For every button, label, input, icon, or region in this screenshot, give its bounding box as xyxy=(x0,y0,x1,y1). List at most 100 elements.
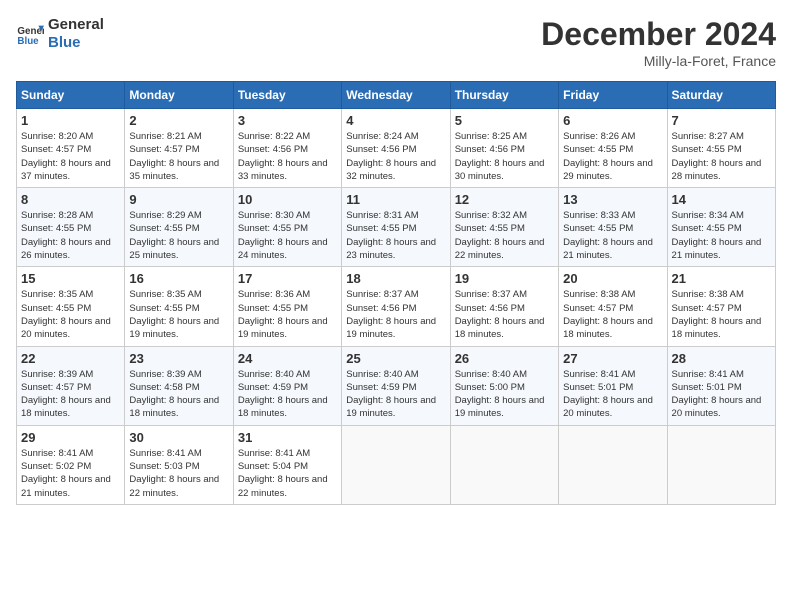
day-info: Sunrise: 8:41 AM Sunset: 5:03 PM Dayligh… xyxy=(129,447,228,500)
day-header-wednesday: Wednesday xyxy=(342,82,450,109)
day-number: 30 xyxy=(129,430,228,445)
day-number: 9 xyxy=(129,192,228,207)
calendar-row-5: 29 Sunrise: 8:41 AM Sunset: 5:02 PM Dayl… xyxy=(17,425,776,504)
calendar-cell: 4 Sunrise: 8:24 AM Sunset: 4:56 PM Dayli… xyxy=(342,109,450,188)
day-number: 13 xyxy=(563,192,662,207)
day-number: 16 xyxy=(129,271,228,286)
day-info: Sunrise: 8:35 AM Sunset: 4:55 PM Dayligh… xyxy=(129,288,228,341)
day-number: 5 xyxy=(455,113,554,128)
day-header-tuesday: Tuesday xyxy=(233,82,341,109)
calendar-cell: 23 Sunrise: 8:39 AM Sunset: 4:58 PM Dayl… xyxy=(125,346,233,425)
calendar-cell: 29 Sunrise: 8:41 AM Sunset: 5:02 PM Dayl… xyxy=(17,425,125,504)
logo: General Blue General Blue xyxy=(16,16,104,52)
calendar-header-row: SundayMondayTuesdayWednesdayThursdayFrid… xyxy=(17,82,776,109)
day-info: Sunrise: 8:28 AM Sunset: 4:55 PM Dayligh… xyxy=(21,209,120,262)
calendar-cell: 9 Sunrise: 8:29 AM Sunset: 4:55 PM Dayli… xyxy=(125,188,233,267)
day-number: 14 xyxy=(672,192,771,207)
day-number: 24 xyxy=(238,351,337,366)
calendar-cell: 25 Sunrise: 8:40 AM Sunset: 4:59 PM Dayl… xyxy=(342,346,450,425)
day-number: 6 xyxy=(563,113,662,128)
day-number: 18 xyxy=(346,271,445,286)
day-info: Sunrise: 8:39 AM Sunset: 4:58 PM Dayligh… xyxy=(129,368,228,421)
calendar-cell: 28 Sunrise: 8:41 AM Sunset: 5:01 PM Dayl… xyxy=(667,346,775,425)
calendar-cell: 6 Sunrise: 8:26 AM Sunset: 4:55 PM Dayli… xyxy=(559,109,667,188)
calendar-cell: 20 Sunrise: 8:38 AM Sunset: 4:57 PM Dayl… xyxy=(559,267,667,346)
calendar-row-2: 8 Sunrise: 8:28 AM Sunset: 4:55 PM Dayli… xyxy=(17,188,776,267)
calendar-cell: 11 Sunrise: 8:31 AM Sunset: 4:55 PM Dayl… xyxy=(342,188,450,267)
day-info: Sunrise: 8:38 AM Sunset: 4:57 PM Dayligh… xyxy=(672,288,771,341)
calendar-cell: 21 Sunrise: 8:38 AM Sunset: 4:57 PM Dayl… xyxy=(667,267,775,346)
day-info: Sunrise: 8:37 AM Sunset: 4:56 PM Dayligh… xyxy=(346,288,445,341)
calendar-cell: 14 Sunrise: 8:34 AM Sunset: 4:55 PM Dayl… xyxy=(667,188,775,267)
day-number: 4 xyxy=(346,113,445,128)
calendar-cell: 17 Sunrise: 8:36 AM Sunset: 4:55 PM Dayl… xyxy=(233,267,341,346)
calendar-row-1: 1 Sunrise: 8:20 AM Sunset: 4:57 PM Dayli… xyxy=(17,109,776,188)
day-number: 28 xyxy=(672,351,771,366)
day-info: Sunrise: 8:26 AM Sunset: 4:55 PM Dayligh… xyxy=(563,130,662,183)
day-info: Sunrise: 8:24 AM Sunset: 4:56 PM Dayligh… xyxy=(346,130,445,183)
calendar-cell: 12 Sunrise: 8:32 AM Sunset: 4:55 PM Dayl… xyxy=(450,188,558,267)
day-header-sunday: Sunday xyxy=(17,82,125,109)
month-title: December 2024 xyxy=(541,16,776,53)
day-number: 12 xyxy=(455,192,554,207)
calendar-cell: 19 Sunrise: 8:37 AM Sunset: 4:56 PM Dayl… xyxy=(450,267,558,346)
logo-general: General xyxy=(48,16,104,34)
calendar-cell: 5 Sunrise: 8:25 AM Sunset: 4:56 PM Dayli… xyxy=(450,109,558,188)
day-header-monday: Monday xyxy=(125,82,233,109)
day-number: 19 xyxy=(455,271,554,286)
calendar-cell: 16 Sunrise: 8:35 AM Sunset: 4:55 PM Dayl… xyxy=(125,267,233,346)
day-info: Sunrise: 8:22 AM Sunset: 4:56 PM Dayligh… xyxy=(238,130,337,183)
day-number: 31 xyxy=(238,430,337,445)
day-info: Sunrise: 8:40 AM Sunset: 5:00 PM Dayligh… xyxy=(455,368,554,421)
calendar-cell: 7 Sunrise: 8:27 AM Sunset: 4:55 PM Dayli… xyxy=(667,109,775,188)
logo-icon: General Blue xyxy=(16,20,44,48)
calendar-cell xyxy=(450,425,558,504)
header: General Blue General Blue December 2024 … xyxy=(16,16,776,69)
day-number: 21 xyxy=(672,271,771,286)
day-info: Sunrise: 8:35 AM Sunset: 4:55 PM Dayligh… xyxy=(21,288,120,341)
day-number: 3 xyxy=(238,113,337,128)
calendar-cell: 8 Sunrise: 8:28 AM Sunset: 4:55 PM Dayli… xyxy=(17,188,125,267)
day-number: 8 xyxy=(21,192,120,207)
day-info: Sunrise: 8:27 AM Sunset: 4:55 PM Dayligh… xyxy=(672,130,771,183)
day-number: 7 xyxy=(672,113,771,128)
calendar-cell: 31 Sunrise: 8:41 AM Sunset: 5:04 PM Dayl… xyxy=(233,425,341,504)
day-header-thursday: Thursday xyxy=(450,82,558,109)
day-info: Sunrise: 8:21 AM Sunset: 4:57 PM Dayligh… xyxy=(129,130,228,183)
day-info: Sunrise: 8:41 AM Sunset: 5:02 PM Dayligh… xyxy=(21,447,120,500)
logo-blue: Blue xyxy=(48,34,104,52)
day-info: Sunrise: 8:33 AM Sunset: 4:55 PM Dayligh… xyxy=(563,209,662,262)
calendar-cell xyxy=(342,425,450,504)
calendar-cell xyxy=(559,425,667,504)
title-area: December 2024 Milly-la-Foret, France xyxy=(541,16,776,69)
day-info: Sunrise: 8:34 AM Sunset: 4:55 PM Dayligh… xyxy=(672,209,771,262)
day-number: 29 xyxy=(21,430,120,445)
day-header-friday: Friday xyxy=(559,82,667,109)
calendar-cell: 15 Sunrise: 8:35 AM Sunset: 4:55 PM Dayl… xyxy=(17,267,125,346)
calendar-cell: 24 Sunrise: 8:40 AM Sunset: 4:59 PM Dayl… xyxy=(233,346,341,425)
day-info: Sunrise: 8:29 AM Sunset: 4:55 PM Dayligh… xyxy=(129,209,228,262)
calendar-cell: 18 Sunrise: 8:37 AM Sunset: 4:56 PM Dayl… xyxy=(342,267,450,346)
day-info: Sunrise: 8:41 AM Sunset: 5:01 PM Dayligh… xyxy=(672,368,771,421)
calendar-cell: 10 Sunrise: 8:30 AM Sunset: 4:55 PM Dayl… xyxy=(233,188,341,267)
day-number: 23 xyxy=(129,351,228,366)
calendar-cell: 27 Sunrise: 8:41 AM Sunset: 5:01 PM Dayl… xyxy=(559,346,667,425)
calendar-cell: 3 Sunrise: 8:22 AM Sunset: 4:56 PM Dayli… xyxy=(233,109,341,188)
day-info: Sunrise: 8:30 AM Sunset: 4:55 PM Dayligh… xyxy=(238,209,337,262)
calendar-cell: 13 Sunrise: 8:33 AM Sunset: 4:55 PM Dayl… xyxy=(559,188,667,267)
location: Milly-la-Foret, France xyxy=(541,53,776,69)
calendar-cell: 2 Sunrise: 8:21 AM Sunset: 4:57 PM Dayli… xyxy=(125,109,233,188)
day-info: Sunrise: 8:38 AM Sunset: 4:57 PM Dayligh… xyxy=(563,288,662,341)
calendar-cell: 1 Sunrise: 8:20 AM Sunset: 4:57 PM Dayli… xyxy=(17,109,125,188)
day-number: 25 xyxy=(346,351,445,366)
day-info: Sunrise: 8:40 AM Sunset: 4:59 PM Dayligh… xyxy=(346,368,445,421)
calendar-cell xyxy=(667,425,775,504)
day-info: Sunrise: 8:36 AM Sunset: 4:55 PM Dayligh… xyxy=(238,288,337,341)
day-info: Sunrise: 8:31 AM Sunset: 4:55 PM Dayligh… xyxy=(346,209,445,262)
day-number: 10 xyxy=(238,192,337,207)
day-info: Sunrise: 8:25 AM Sunset: 4:56 PM Dayligh… xyxy=(455,130,554,183)
calendar-cell: 26 Sunrise: 8:40 AM Sunset: 5:00 PM Dayl… xyxy=(450,346,558,425)
day-info: Sunrise: 8:39 AM Sunset: 4:57 PM Dayligh… xyxy=(21,368,120,421)
day-info: Sunrise: 8:40 AM Sunset: 4:59 PM Dayligh… xyxy=(238,368,337,421)
day-number: 27 xyxy=(563,351,662,366)
